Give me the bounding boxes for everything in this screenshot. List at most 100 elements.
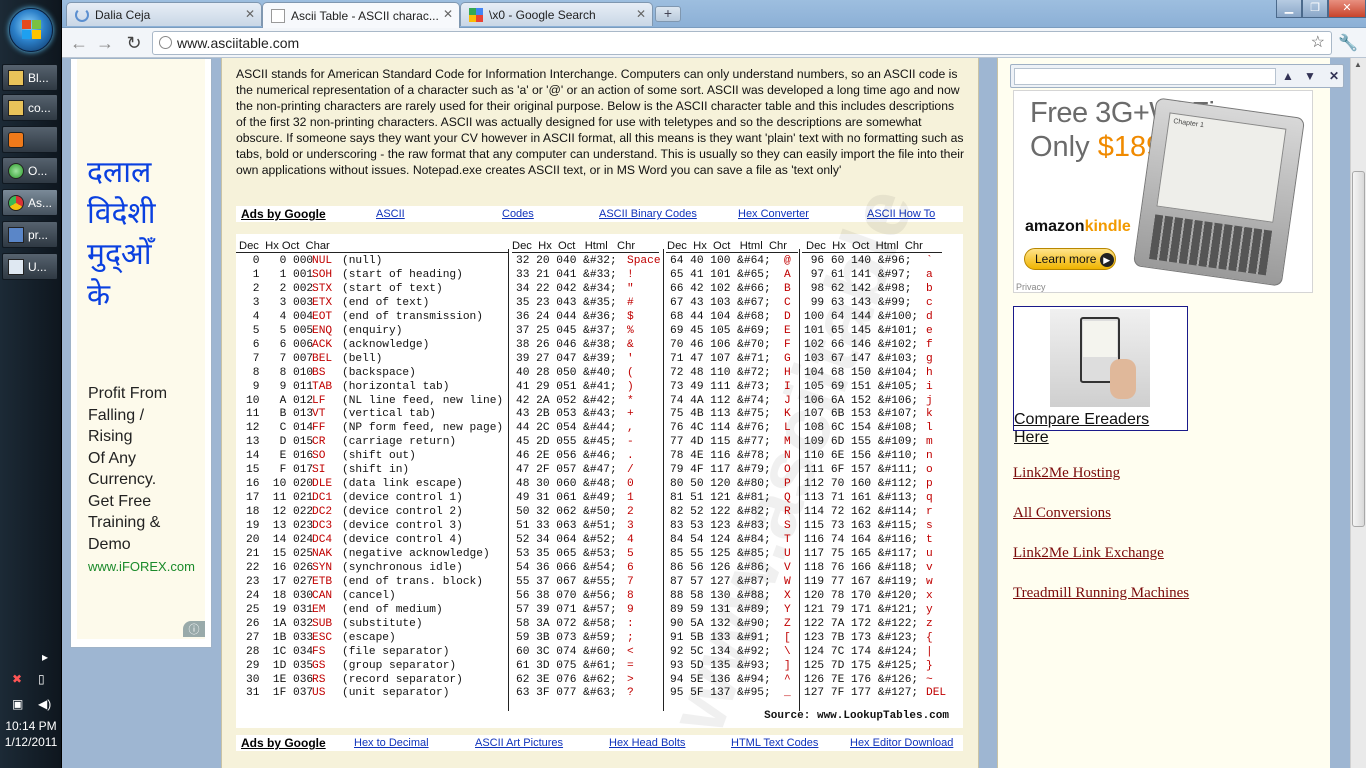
url-text: www.asciitable.com <box>177 35 300 51</box>
ascii-code: 78 4E 116 &#78; <box>670 450 771 463</box>
ascii-code: 34 22 042 &#34; <box>516 282 617 295</box>
ascii-char: k <box>926 408 933 421</box>
ad-link-hex-to-decimal[interactable]: Hex to Decimal <box>354 735 429 751</box>
find-close-icon[interactable]: ✕ <box>1325 67 1343 85</box>
ad-link-ascii-binary-codes[interactable]: ASCII Binary Codes <box>599 206 697 222</box>
find-input[interactable] <box>1014 68 1276 85</box>
wrench-menu-icon[interactable]: 🔧 <box>1338 33 1358 53</box>
table-header-1: Dec Hx Oct Char <box>239 240 330 252</box>
media-player-icon <box>8 131 24 148</box>
ad-body-text[interactable]: Profit From Falling / Rising Of Any Curr… <box>88 383 203 555</box>
ascii-control-name: VT <box>312 408 333 421</box>
taskbar-item-u[interactable]: U... <box>2 253 58 280</box>
close-tab-icon[interactable]: ✕ <box>636 7 646 21</box>
ad-link-hex-converter[interactable]: Hex Converter <box>738 206 809 222</box>
taskbar-item-folder-co[interactable]: co... <box>2 94 58 121</box>
ad-hindi-headline[interactable]: दलाल विदेशी मुद्ओँ के <box>87 152 207 316</box>
ascii-code: 103 67 147 &#103; <box>804 352 919 365</box>
taskbar-clock[interactable]: 10:14 PM 1/12/2011 <box>0 718 62 750</box>
ads-by-google-label[interactable]: Ads by Google <box>241 206 326 222</box>
ascii-description: (backspace) <box>342 366 416 379</box>
battery-icon[interactable]: ▯ <box>38 672 45 686</box>
taskbar-item-folder-bl[interactable]: Bl... <box>2 64 58 91</box>
ascii-code: 6 6 006 <box>246 338 314 351</box>
compare-ereaders-ad[interactable]: Compare Ereaders Here <box>1013 306 1188 446</box>
find-next-icon[interactable]: ▼ <box>1301 67 1319 85</box>
taskbar-item-chrome[interactable]: As... <box>2 189 58 216</box>
find-previous-icon[interactable]: ▲ <box>1279 67 1297 85</box>
page-icon <box>271 8 285 23</box>
address-bar[interactable]: www.asciitable.com ☆ <box>152 31 1332 55</box>
ascii-char: ] <box>784 659 791 672</box>
ascii-char: s <box>926 520 933 533</box>
ascii-char: 1 <box>627 492 634 505</box>
ad-link-hex-head-bolts[interactable]: Hex Head Bolts <box>609 735 685 751</box>
ascii-code: 105 69 151 &#105; <box>804 380 919 393</box>
ascii-code: 85 55 125 &#85; <box>670 547 771 560</box>
taskbar-item-o[interactable]: O... <box>2 157 58 184</box>
reload-icon[interactable]: ↻ <box>123 32 145 54</box>
forward-arrow-icon[interactable]: → <box>94 32 116 54</box>
new-tab-button[interactable]: + <box>655 6 681 22</box>
ascii-description: (device control 2) <box>342 506 463 519</box>
ascii-code: 121 79 171 &#121; <box>804 603 919 616</box>
ascii-char: K <box>784 408 791 421</box>
ascii-code: 72 48 110 &#72; <box>670 366 771 379</box>
ad-link-html-text-codes[interactable]: HTML Text Codes <box>731 735 818 751</box>
ascii-char: C <box>784 296 791 309</box>
ad-info-icon[interactable]: ⓘ <box>183 621 205 637</box>
close-window-button[interactable]: ✕ <box>1328 0 1366 18</box>
ad-link-ascii[interactable]: ASCII <box>376 206 405 222</box>
scrollbar-thumb[interactable] <box>1352 171 1365 527</box>
back-arrow-icon[interactable]: ← <box>68 32 90 54</box>
scroll-up-icon[interactable]: ▲ <box>1351 60 1365 72</box>
link-link2me-hosting[interactable]: Link2Me Hosting <box>1013 465 1120 482</box>
close-tab-icon[interactable]: ✕ <box>443 7 453 21</box>
ascii-code: 14 E 016 <box>246 450 314 463</box>
minimize-button[interactable]: ▁ <box>1276 0 1302 18</box>
ascii-description: (shift in) <box>342 464 410 477</box>
kindle-ad[interactable]: Free 3G+Wi-Fi Only $189 amazonkindle Lea… <box>1013 90 1313 293</box>
ad-link-ascii-art-pictures[interactable]: ASCII Art Pictures <box>475 735 563 751</box>
windows-taskbar: Bl... co... O... As... pr... U... ▸ ✖ ▯ … <box>0 0 62 768</box>
tab-ascii-table[interactable]: Ascii Table - ASCII charac... ✕ <box>262 2 460 28</box>
start-button[interactable] <box>9 8 53 52</box>
ad-url[interactable]: www.iFOREX.com <box>88 559 195 574</box>
bookmark-star-icon[interactable]: ☆ <box>1311 32 1325 54</box>
ascii-char: ; <box>627 631 634 644</box>
link-all-conversions[interactable]: All Conversions <box>1013 505 1111 522</box>
left-ad-banner[interactable]: दलाल विदेशी मुद्ओँ के Profit From Fallin… <box>70 58 212 648</box>
maximize-button[interactable]: ❐ <box>1302 0 1328 18</box>
show-hidden-icons-icon[interactable]: ▸ <box>42 650 48 664</box>
amazon-kindle-logo: amazonkindle <box>1025 218 1131 235</box>
volume-icon[interactable]: ◀) <box>38 697 51 711</box>
ascii-code: 77 4D 115 &#77; <box>670 436 771 449</box>
ads-by-google-bottom: Ads by Google Hex to Decimal ASCII Art P… <box>236 735 963 751</box>
taskbar-item-pr[interactable]: pr... <box>2 221 58 248</box>
header-rule <box>236 252 508 253</box>
ad-link-hex-editor-download[interactable]: Hex Editor Download <box>850 735 953 751</box>
globe-icon <box>159 36 172 49</box>
action-center-icon[interactable]: ▣ <box>12 697 23 711</box>
ad-privacy-link[interactable]: Privacy <box>1016 282 1046 292</box>
close-tab-icon[interactable]: ✕ <box>245 7 255 21</box>
link-treadmill-running-machines[interactable]: Treadmill Running Machines <box>1013 585 1189 602</box>
taskbar-item-media[interactable] <box>2 126 58 153</box>
link-link2me-link-exchange[interactable]: Link2Me Link Exchange <box>1013 545 1164 562</box>
google-icon <box>469 7 483 22</box>
ascii-code: 112 70 160 &#112; <box>804 478 919 491</box>
ads-by-google-label[interactable]: Ads by Google <box>241 735 326 751</box>
ad-link-codes[interactable]: Codes <box>502 206 534 222</box>
ascii-control-name: NAK <box>312 547 333 560</box>
ascii-control-name: GS <box>312 659 333 672</box>
ascii-char: M <box>784 436 791 449</box>
learn-more-button[interactable]: Learn more ▶ <box>1024 248 1116 270</box>
ascii-code: 67 43 103 &#67; <box>670 296 771 309</box>
tab-dalia-ceja[interactable]: Dalia Ceja ✕ <box>66 2 262 26</box>
table-header-4: Dec Hx Oct Html Chr <box>806 240 923 252</box>
network-warning-icon[interactable]: ✖ <box>12 672 22 686</box>
ascii-code: 109 6D 155 &#109; <box>804 436 919 449</box>
ascii-description: (carriage return) <box>342 436 457 449</box>
compare-ereaders-link[interactable]: Compare Ereaders Here <box>1014 411 1187 447</box>
tab-google-search[interactable]: \x0 - Google Search ✕ <box>460 2 653 26</box>
